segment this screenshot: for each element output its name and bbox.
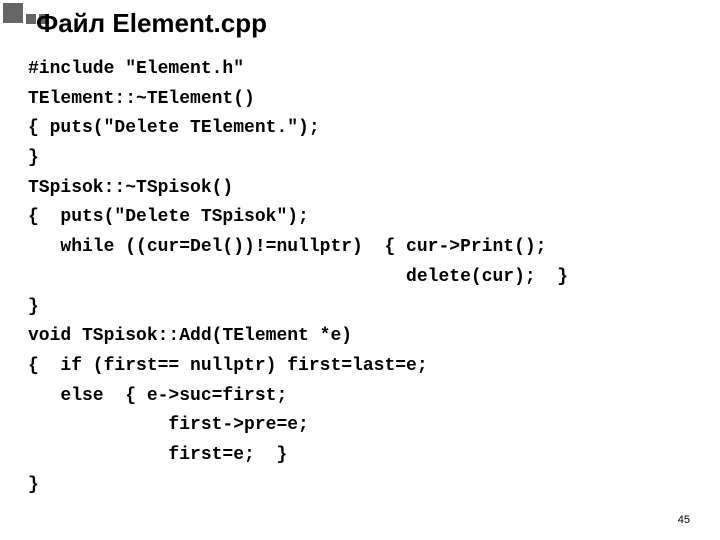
square-icon (26, 14, 36, 24)
decorative-squares (0, 0, 23, 23)
code-block: #include "Element.h" TElement::~TElement… (28, 55, 700, 500)
square-icon (3, 3, 23, 23)
page-number: 45 (678, 514, 690, 526)
page-title: Файл Element.cpp (36, 8, 267, 39)
slide: Файл Element.cpp #include "Element.h" TE… (0, 0, 720, 540)
